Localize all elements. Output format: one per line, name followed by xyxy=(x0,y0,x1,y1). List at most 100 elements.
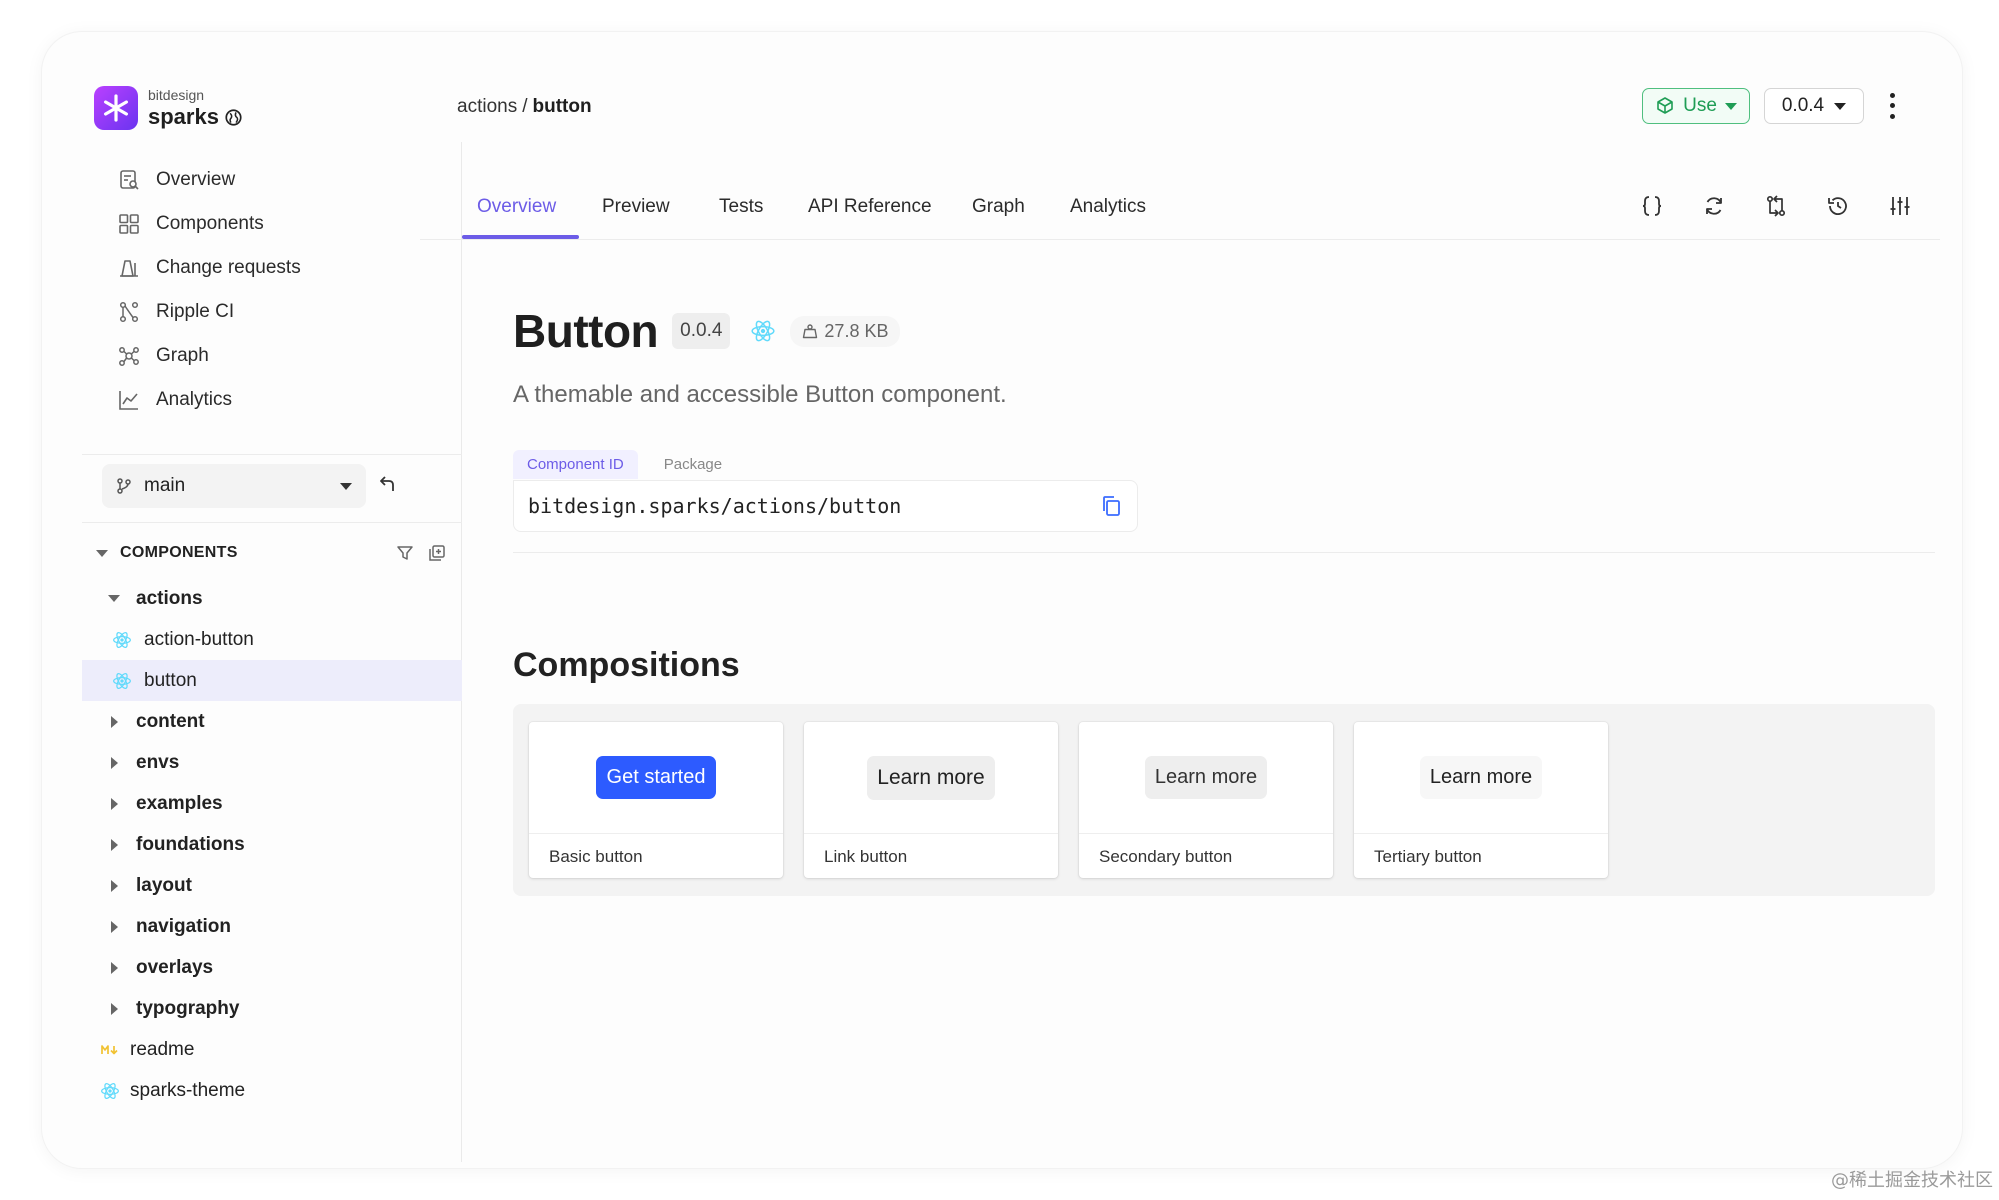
sidebar-item-change-requests[interactable]: Change requests xyxy=(118,246,301,290)
expand-arrow-icon xyxy=(110,961,118,974)
globe-icon xyxy=(225,108,242,126)
tree-folder-layout[interactable]: layout xyxy=(82,865,462,906)
react-icon xyxy=(113,631,131,648)
tree-item-label: navigation xyxy=(136,915,232,937)
weight-icon xyxy=(803,324,818,339)
components-grid-icon xyxy=(119,214,139,234)
version-select[interactable]: 0.0.4 xyxy=(1764,88,1864,124)
tab-api-reference[interactable]: API Reference xyxy=(808,196,932,218)
composition-card[interactable]: Learn more Tertiary button xyxy=(1354,722,1608,878)
section-divider xyxy=(513,552,1935,553)
composition-card[interactable]: Get started Basic button xyxy=(529,722,783,878)
sidebar-item-ripple-ci[interactable]: Ripple CI xyxy=(118,290,301,334)
watermark: @稀土掘金技术社区 xyxy=(1831,1170,1993,1191)
sidebar-item-analytics[interactable]: Analytics xyxy=(118,378,301,422)
tree-item-label: actions xyxy=(136,587,203,609)
collapse-all-icon[interactable] xyxy=(428,544,446,562)
sidebar-item-graph[interactable]: Graph xyxy=(118,334,301,378)
refresh-icon[interactable] xyxy=(1702,194,1726,218)
more-options-icon[interactable] xyxy=(1884,90,1900,122)
tree-item-label: envs xyxy=(136,751,180,773)
tree-folder-envs[interactable]: envs xyxy=(82,742,462,783)
undo-icon[interactable] xyxy=(378,474,398,494)
tree-item-label: content xyxy=(136,710,205,732)
tree-folder-actions[interactable]: actions xyxy=(82,578,462,619)
bundle-size: 27.8 KB xyxy=(824,320,889,341)
graph-icon xyxy=(119,347,139,366)
tree-folder-overlays[interactable]: overlays xyxy=(82,947,462,988)
tree-item-readme[interactable]: readme xyxy=(82,1029,462,1070)
component-tabs: Overview Preview Tests API Reference Gra… xyxy=(420,172,1940,240)
tab-analytics[interactable]: Analytics xyxy=(1070,196,1146,218)
sidebar-divider xyxy=(82,454,462,455)
component-description: A themable and accessible Button compone… xyxy=(513,381,1007,408)
tree-item-label: sparks-theme xyxy=(130,1079,246,1101)
tab-tests[interactable]: Tests xyxy=(719,196,763,218)
collapse-arrow-icon[interactable] xyxy=(96,549,108,557)
tree-item-sparks-theme[interactable]: sparks-theme xyxy=(82,1070,462,1111)
tab-toolbar xyxy=(1640,194,1912,218)
tree-item-label: overlays xyxy=(136,956,214,978)
sidebar-item-label: Analytics xyxy=(156,389,233,410)
breadcrumb-parent[interactable]: actions xyxy=(457,96,517,117)
tree-folder-foundations[interactable]: foundations xyxy=(82,824,462,865)
learn-more-secondary-button[interactable]: Learn more xyxy=(1144,756,1268,799)
composition-card[interactable]: Learn more Secondary button xyxy=(1079,722,1333,878)
tree-item-label: foundations xyxy=(136,833,245,855)
sidebar-item-label: Change requests xyxy=(156,257,301,278)
tree-item-button[interactable]: button xyxy=(82,660,462,701)
sidebar-item-overview[interactable]: Overview xyxy=(118,158,301,202)
composition-card[interactable]: Learn more Link button xyxy=(804,722,1058,878)
sidebar-item-label: Graph xyxy=(156,345,209,366)
active-tab-indicator xyxy=(462,235,579,239)
get-started-button[interactable]: Get started xyxy=(595,756,717,799)
code-braces-icon[interactable] xyxy=(1640,194,1664,218)
use-button[interactable]: Use xyxy=(1642,88,1750,124)
tab-package[interactable]: Package xyxy=(650,450,736,479)
change-requests-icon xyxy=(120,260,138,277)
expand-arrow-icon xyxy=(110,797,118,810)
expand-arrow-icon xyxy=(110,838,118,851)
tree-folder-examples[interactable]: examples xyxy=(82,783,462,824)
tree-folder-content[interactable]: content xyxy=(82,701,462,742)
history-icon[interactable] xyxy=(1826,194,1850,218)
chevron-down-icon xyxy=(1834,102,1847,110)
composition-label: Basic button xyxy=(549,847,643,866)
composition-preview: Learn more xyxy=(1354,722,1608,834)
tree-item-action-button[interactable]: action-button xyxy=(82,619,462,660)
filter-icon[interactable] xyxy=(396,544,414,562)
tree-folder-typography[interactable]: typography xyxy=(82,988,462,1029)
copy-icon[interactable] xyxy=(1099,494,1123,518)
tree-item-label: layout xyxy=(136,874,192,896)
tab-component-id[interactable]: Component ID xyxy=(513,450,638,479)
tab-overview[interactable]: Overview xyxy=(477,196,556,218)
tree-item-label: examples xyxy=(136,792,223,814)
compositions-panel: Get started Basic button Learn more Link… xyxy=(513,704,1935,896)
tree-folder-navigation[interactable]: navigation xyxy=(82,906,462,947)
compare-icon[interactable] xyxy=(1764,194,1788,218)
scope-brand[interactable]: bitdesign sparks xyxy=(94,86,242,130)
id-tabs: Component ID Package xyxy=(513,450,736,479)
bundle-size-badge: 27.8 KB xyxy=(790,315,901,347)
settings-sliders-icon[interactable] xyxy=(1888,194,1912,218)
composition-label: Link button xyxy=(824,847,908,866)
use-button-label: Use xyxy=(1683,95,1717,116)
composition-label: Tertiary button xyxy=(1374,847,1482,866)
expand-arrow-icon xyxy=(110,715,118,728)
expand-arrow-icon xyxy=(108,595,120,602)
version-select-value: 0.0.4 xyxy=(1781,95,1825,116)
sidebar-item-components[interactable]: Components xyxy=(118,202,301,246)
expand-arrow-icon xyxy=(110,879,118,892)
branch-select[interactable]: main xyxy=(102,464,366,508)
learn-more-tertiary-button[interactable]: Learn more xyxy=(1419,756,1543,799)
learn-more-link-button[interactable]: Learn more xyxy=(867,755,995,800)
overview-icon xyxy=(120,170,139,190)
component-id-value: bitdesign.sparks/actions/button xyxy=(528,494,902,518)
components-section-header[interactable]: COMPONENTS xyxy=(96,544,446,562)
ripple-ci-icon xyxy=(119,301,139,323)
branch-name: main xyxy=(144,475,186,496)
compositions-title: Compositions xyxy=(513,646,740,684)
breadcrumb-separator: / xyxy=(522,96,528,117)
tab-graph[interactable]: Graph xyxy=(972,196,1025,218)
tab-preview[interactable]: Preview xyxy=(602,196,670,218)
